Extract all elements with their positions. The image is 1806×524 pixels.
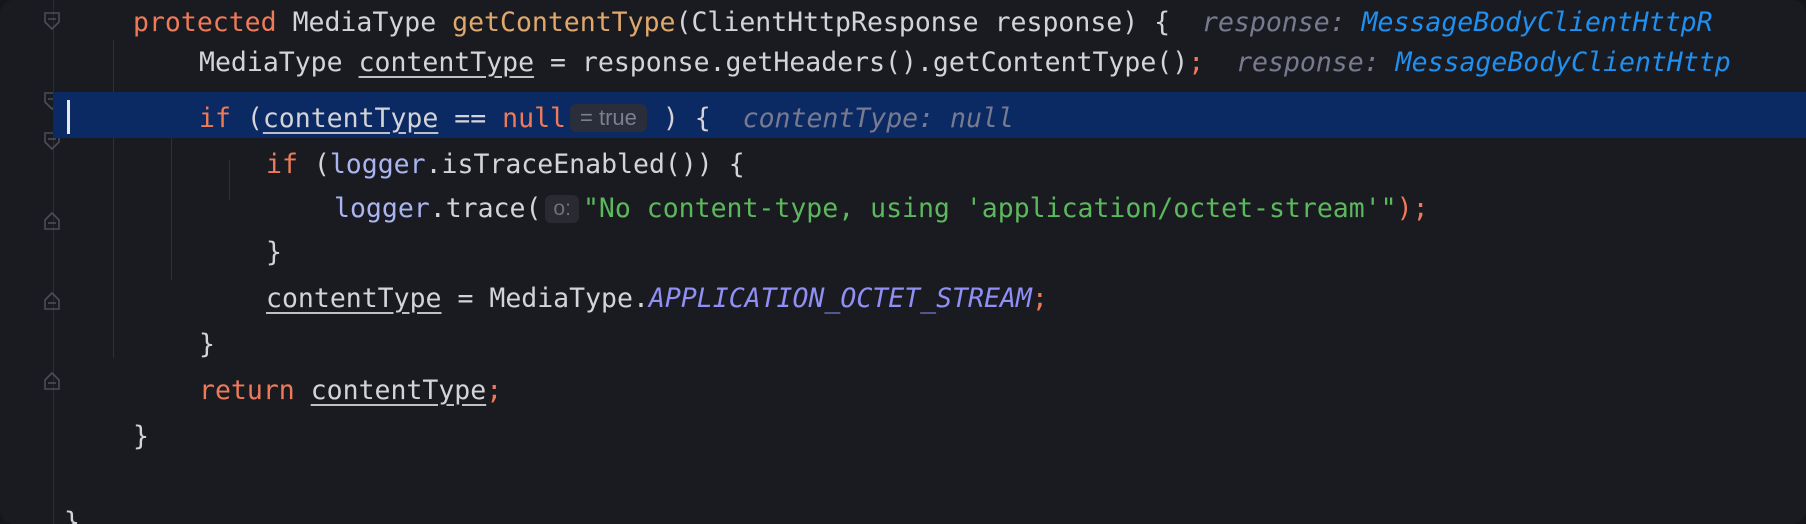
code-line[interactable]: } (0, 322, 1806, 368)
semicolon: ; (1031, 283, 1048, 314)
closing-brace: } (266, 237, 282, 268)
code-text: ); (1396, 193, 1429, 224)
code-line[interactable]: if (logger.isTraceEnabled()) { (0, 142, 1806, 188)
type-name: MediaType (199, 47, 343, 78)
variable: contentType (262, 103, 439, 134)
debug-hint-name: response: (1236, 47, 1380, 78)
keyword: if (266, 149, 298, 180)
null-literal: null (502, 103, 566, 134)
closing-brace: } (199, 329, 215, 360)
keyword: protected (133, 7, 277, 38)
closing-brace: } (64, 507, 80, 524)
code-line[interactable]: MediaType contentType = response.getHead… (0, 40, 1806, 86)
type-name: MediaType (292, 7, 437, 38)
semicolon: ; (486, 375, 503, 406)
keyword: return (199, 375, 295, 406)
code-text: = response.getHeaders().getContentType() (534, 47, 1189, 78)
keyword: if (199, 103, 231, 134)
code-text: (ClientHttpResponse response) { (675, 7, 1171, 38)
debug-hint: contentType: null (742, 103, 1014, 134)
code-editor[interactable]: protected MediaType getContentType(Clien… (0, 0, 1806, 524)
field-name: logger (334, 193, 430, 224)
code-line[interactable]: contentType = MediaType.APPLICATION_OCTE… (0, 276, 1806, 322)
code-text: = MediaType. (441, 283, 649, 314)
code-line[interactable]: } (0, 414, 1806, 460)
debug-hint-name: response: (1202, 7, 1346, 38)
code-line[interactable]: } (0, 230, 1806, 276)
semicolon: ; (1188, 47, 1205, 78)
code-line[interactable]: logger.trace(o: "No content-type, using '… (0, 186, 1806, 232)
operator: == (438, 103, 503, 134)
method-name: getContentType (452, 7, 676, 38)
variable: contentType (310, 375, 487, 406)
debug-hint-value[interactable]: MessageBodyClientHttp (1396, 47, 1731, 78)
code-text: .isTraceEnabled()) { (425, 149, 745, 180)
closing-brace: } (133, 421, 149, 452)
variable: contentType (266, 283, 442, 314)
code-text: ) { (646, 103, 711, 134)
code-line[interactable]: return contentType; (0, 368, 1806, 414)
field-name: logger (329, 149, 426, 180)
code-line[interactable]: } (0, 500, 1806, 524)
string-literal: "No content-type, using 'application/oct… (582, 193, 1397, 224)
code-text: .trace( (429, 193, 542, 224)
text-caret (67, 100, 70, 134)
parameter-hint: o: (545, 195, 579, 223)
inline-debug-value[interactable]: = true (570, 104, 647, 132)
variable: contentType (358, 47, 535, 78)
debug-hint-value[interactable]: MessageBodyClientHttpR (1362, 7, 1713, 38)
code-text: ( (230, 103, 263, 134)
code-text: ( (297, 149, 330, 180)
code-line-current[interactable]: if (contentType == null = true ) { conten… (0, 96, 1806, 142)
constant: APPLICATION_OCTET_STREAM (648, 283, 1032, 314)
